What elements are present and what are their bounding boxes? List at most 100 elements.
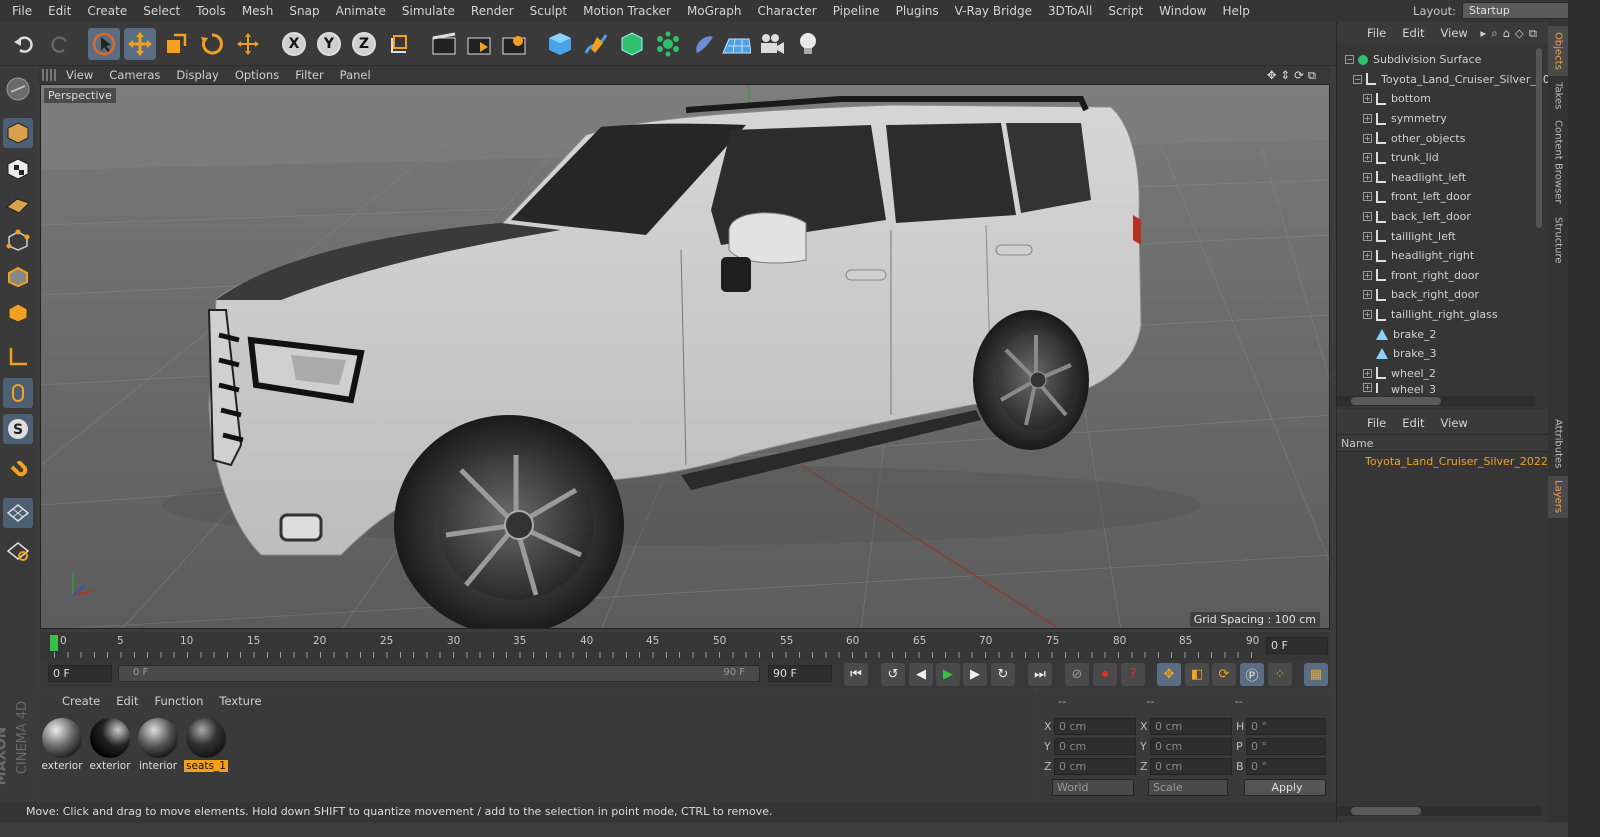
move-tool-icon[interactable]: [124, 28, 156, 60]
object-row[interactable]: + front_right_door: [1363, 266, 1563, 286]
object-row[interactable]: + wheel_2: [1363, 364, 1563, 384]
key-position-icon[interactable]: ✥: [1157, 663, 1181, 686]
workplane-snap-icon[interactable]: [3, 536, 33, 566]
material-swatch-selected[interactable]: seats_1: [184, 716, 228, 772]
expand-icon[interactable]: +: [1363, 212, 1372, 222]
object-row[interactable]: + front_left_door: [1363, 187, 1563, 207]
render-view-icon[interactable]: [428, 28, 460, 60]
size-x-field[interactable]: 0 cm: [1150, 718, 1232, 735]
timeline-window-icon[interactable]: ▦: [1304, 663, 1328, 686]
tab-takes[interactable]: Takes: [1548, 78, 1568, 114]
menu-mograph[interactable]: MoGraph: [679, 4, 750, 18]
z-axis-lock-icon[interactable]: Z: [348, 28, 380, 60]
objects-menu-view[interactable]: View: [1433, 26, 1476, 40]
object-row[interactable]: + symmetry: [1363, 109, 1563, 129]
key-pla-icon[interactable]: ⁘: [1268, 663, 1292, 686]
collapse-icon[interactable]: −: [1345, 55, 1354, 65]
frame-range-slider[interactable]: 0 F 90 F: [118, 665, 760, 682]
menu-select[interactable]: Select: [135, 4, 188, 18]
objects-menu-file[interactable]: File: [1359, 26, 1394, 40]
viewport-menu-panel[interactable]: Panel: [332, 68, 379, 82]
menu-window[interactable]: Window: [1151, 4, 1214, 18]
axis-mode-icon[interactable]: [3, 342, 33, 372]
make-editable-icon[interactable]: [3, 74, 33, 104]
expand-icon[interactable]: +: [1363, 231, 1372, 241]
menu-mesh[interactable]: Mesh: [234, 4, 282, 18]
playhead[interactable]: [50, 635, 58, 651]
light-icon[interactable]: [792, 28, 824, 60]
subdivision-surface-icon[interactable]: [616, 28, 648, 60]
objects-vertical-scrollbar[interactable]: [1536, 48, 1542, 228]
viewport-menu-filter[interactable]: Filter: [287, 68, 331, 82]
menu-script[interactable]: Script: [1100, 4, 1151, 18]
expand-icon[interactable]: +: [1363, 172, 1372, 182]
key-parameter-icon[interactable]: Ⓟ: [1240, 663, 1264, 686]
object-row[interactable]: − Subdivision Surface: [1345, 50, 1545, 70]
coordinate-system-icon[interactable]: [384, 28, 416, 60]
viewport-menu-cameras[interactable]: Cameras: [101, 68, 168, 82]
snap-magnet-icon[interactable]: [3, 458, 33, 488]
menu-snap[interactable]: Snap: [281, 4, 327, 18]
objects-toolbar-icons[interactable]: ▸⌕⌂◇⧉: [1480, 26, 1542, 41]
cube-object-icon[interactable]: [544, 28, 576, 60]
rotate-tool-icon[interactable]: [196, 28, 228, 60]
material-menu-create[interactable]: Create: [54, 694, 108, 708]
tab-content-browser[interactable]: Content Browser: [1548, 116, 1568, 208]
material-swatch[interactable]: interior: [136, 716, 180, 772]
expand-icon[interactable]: +: [1363, 192, 1372, 202]
rotation-p-field[interactable]: 0 °: [1246, 738, 1326, 755]
transform-tool-icon[interactable]: [232, 28, 264, 60]
tab-layers[interactable]: Layers: [1548, 476, 1568, 518]
position-z-field[interactable]: 0 cm: [1054, 758, 1136, 775]
apply-button[interactable]: Apply: [1244, 779, 1326, 796]
layers-horizontal-scrollbar[interactable]: [1337, 806, 1542, 816]
next-frame-icon[interactable]: ▶: [963, 663, 987, 686]
object-row[interactable]: + headlight_right: [1363, 246, 1563, 266]
y-axis-lock-icon[interactable]: Y: [313, 28, 345, 60]
rotation-b-field[interactable]: 0 °: [1246, 758, 1326, 775]
go-to-end-icon[interactable]: ⏭: [1028, 663, 1052, 686]
collapse-icon[interactable]: −: [1353, 74, 1362, 84]
menu-vray-bridge[interactable]: V-Ray Bridge: [947, 4, 1040, 18]
render-to-picture-viewer-icon[interactable]: [463, 28, 495, 60]
points-mode-icon[interactable]: [3, 226, 33, 256]
objects-menu-edit[interactable]: Edit: [1394, 26, 1432, 40]
menu-character[interactable]: Character: [749, 4, 824, 18]
menu-motion-tracker[interactable]: Motion Tracker: [575, 4, 679, 18]
object-row[interactable]: − Toyota_Land_Cruiser_Silver_20: [1353, 70, 1553, 90]
previous-frame-icon[interactable]: ◀: [909, 663, 933, 686]
objects-horizontal-scrollbar[interactable]: [1337, 396, 1535, 406]
start-frame-field[interactable]: 0 F: [48, 665, 112, 682]
object-row[interactable]: + taillight_right_glass: [1363, 305, 1563, 325]
camera-icon[interactable]: [756, 28, 788, 60]
workplane-icon[interactable]: [3, 190, 33, 220]
current-frame-field[interactable]: 0 F: [1266, 637, 1328, 654]
layers-menu-file[interactable]: File: [1359, 416, 1394, 430]
expand-icon[interactable]: +: [1363, 383, 1372, 393]
menu-edit[interactable]: Edit: [40, 4, 79, 18]
object-row[interactable]: + other_objects: [1363, 128, 1563, 148]
3d-viewport[interactable]: [40, 84, 1330, 629]
polygons-mode-icon[interactable]: [3, 298, 33, 328]
object-row[interactable]: brake_2: [1376, 324, 1576, 344]
size-y-field[interactable]: 0 cm: [1150, 738, 1232, 755]
enable-snap-icon[interactable]: [3, 498, 33, 528]
render-settings-icon[interactable]: [498, 28, 530, 60]
go-to-start-icon[interactable]: ⏮: [844, 663, 868, 686]
end-frame-field[interactable]: 90 F: [768, 665, 832, 682]
keyframe-selection-icon[interactable]: ?: [1121, 663, 1145, 686]
object-row[interactable]: + back_left_door: [1363, 207, 1563, 227]
menu-animate[interactable]: Animate: [328, 4, 394, 18]
menu-help[interactable]: Help: [1214, 4, 1257, 18]
key-rotation-icon[interactable]: ⟳: [1212, 663, 1236, 686]
menu-3dtoall[interactable]: 3DToAll: [1040, 4, 1100, 18]
material-menu-function[interactable]: Function: [147, 694, 212, 708]
x-axis-lock-icon[interactable]: X: [278, 28, 310, 60]
object-row[interactable]: + headlight_left: [1363, 168, 1563, 188]
tweak-mode-icon[interactable]: [3, 378, 33, 408]
model-mode-icon[interactable]: [3, 118, 33, 148]
layers-menu-view[interactable]: View: [1433, 416, 1476, 430]
menu-sculpt[interactable]: Sculpt: [522, 4, 575, 18]
next-key-icon[interactable]: ↻: [991, 663, 1015, 686]
size-mode-dropdown[interactable]: Scale: [1148, 779, 1228, 796]
